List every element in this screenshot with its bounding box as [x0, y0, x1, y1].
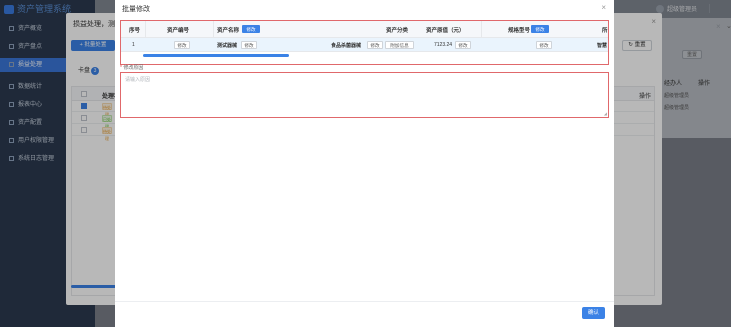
required-mark: * — [120, 65, 122, 71]
col-asset-category: 资产分类 — [386, 28, 409, 34]
reason-label: * 修改原因 — [120, 65, 144, 71]
col-asset-name: 资产名称 — [217, 28, 240, 34]
extra-info-button[interactable]: 附加信息 — [385, 41, 414, 49]
col-seq: 序号 — [129, 28, 141, 34]
divider — [115, 301, 614, 302]
modify-value-button[interactable]: 修改 — [455, 41, 471, 49]
reason-input[interactable] — [122, 74, 607, 116]
reason-field: ◢ — [120, 72, 609, 118]
col-asset-code: 资产编号 — [167, 28, 190, 34]
modify-name-button[interactable]: 修改 — [242, 25, 260, 33]
close-icon[interactable]: × — [601, 3, 606, 12]
dialog-title: 批量修改 — [122, 6, 150, 13]
row-overflow-value: 智慧 — [597, 43, 608, 49]
modify-code-button[interactable]: 修改 — [174, 41, 190, 49]
resize-handle-icon[interactable]: ◢ — [604, 111, 607, 116]
col-asset-value: 资产原值（元） — [426, 28, 465, 34]
modify-category-button[interactable]: 修改 — [367, 41, 383, 49]
modify-spec-button[interactable]: 修改 — [531, 25, 549, 33]
horizontal-scrollbar[interactable] — [143, 54, 289, 57]
batch-modify-dialog: 批量修改 × 序号 资产编号 资产名称 修改 资产分类 资产原值（元） 规格型号… — [115, 0, 614, 327]
modify-spec-row-button[interactable]: 修改 — [536, 41, 552, 49]
row-asset-name: 测试器械 — [217, 43, 238, 49]
table-header: 序号 资产编号 资产名称 修改 资产分类 资产原值（元） 规格型号 修改 所 — [121, 21, 608, 38]
row-asset-category: 食品杀菌器械 — [331, 43, 362, 49]
confirm-button[interactable]: 确认 — [582, 307, 605, 319]
table-row[interactable]: 1 修改 测试器械 修改 食品杀菌器械 修改 附加信息 7123.24 修改 修… — [121, 38, 608, 52]
batch-modify-table: 序号 资产编号 资产名称 修改 资产分类 资产原值（元） 规格型号 修改 所 1… — [120, 20, 609, 65]
row-asset-value: 7123.24 — [434, 42, 453, 48]
row-seq: 1 — [132, 42, 135, 48]
modify-name-row-button[interactable]: 修改 — [241, 41, 257, 49]
col-spec-model: 规格型号 — [508, 28, 531, 34]
col-overflow: 所 — [602, 28, 608, 34]
